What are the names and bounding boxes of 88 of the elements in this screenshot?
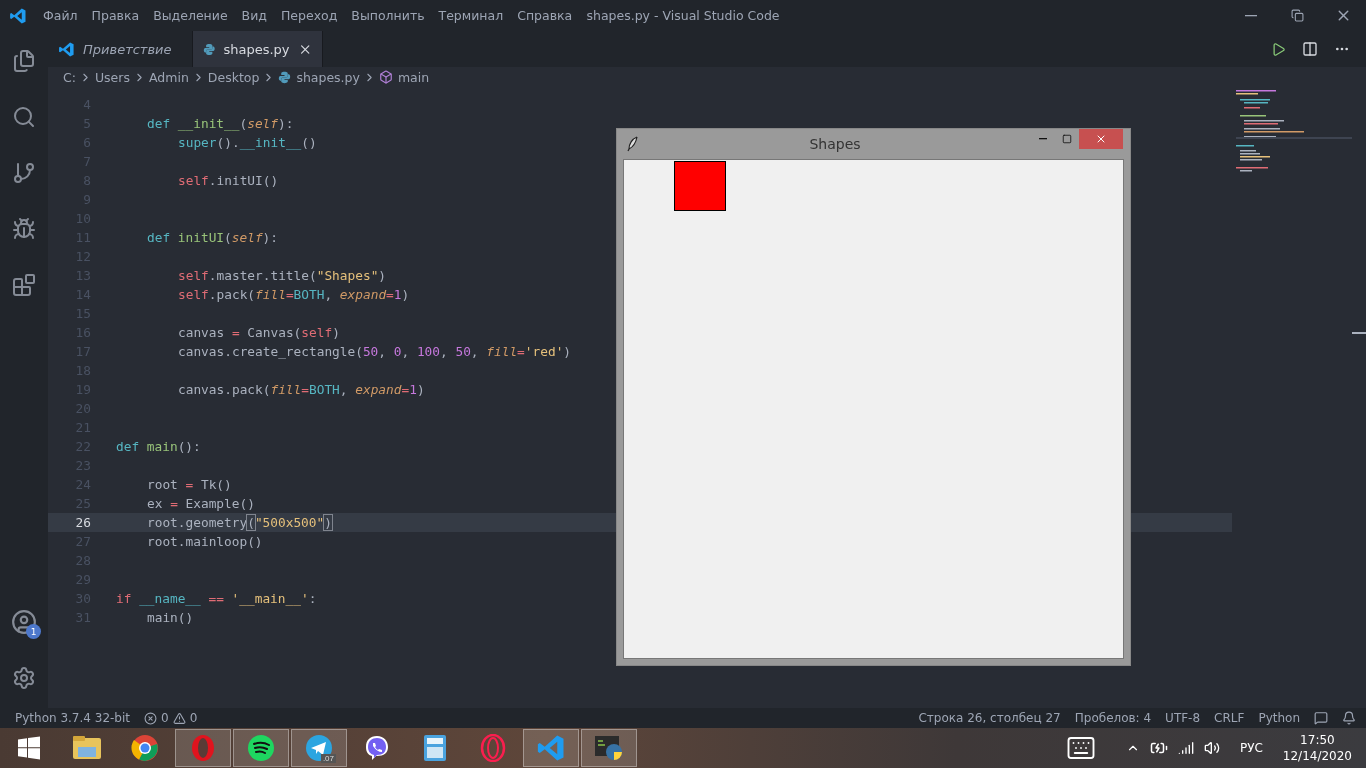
feather-icon — [627, 136, 639, 152]
breadcrumb-item[interactable]: shapes.py — [278, 69, 360, 85]
code-line: def __init__(self): — [147, 116, 294, 131]
breadcrumb-item[interactable]: C: — [63, 69, 76, 85]
menu-item[interactable]: Выполнить — [344, 8, 432, 23]
window-title: shapes.py - Visual Studio Code — [586, 8, 780, 23]
rectangle — [674, 161, 726, 211]
calculator-icon — [423, 734, 447, 762]
line-ending-status[interactable]: CRLF — [1214, 711, 1245, 725]
round-browser-icon — [131, 734, 159, 762]
blocks-icon[interactable] — [12, 273, 36, 297]
taskbar-button[interactable]: .07 — [291, 729, 347, 767]
oval-ring-icon — [189, 734, 217, 762]
menu-item[interactable]: Терминал — [431, 8, 511, 23]
code-line: self.pack(fill=BOTH, expand=1) — [178, 287, 410, 302]
line-number: 26 — [74, 515, 91, 530]
encoding-status[interactable]: UTF-8 — [1165, 711, 1201, 725]
code-line: canvas.pack(fill=BOTH, expand=1) — [178, 382, 425, 397]
tab[interactable]: shapes.py — [193, 31, 323, 67]
paper-plane-icon — [305, 734, 333, 762]
scrollbar-thumb[interactable] — [1352, 332, 1366, 334]
language-status[interactable]: Python — [1258, 711, 1300, 725]
run-icon[interactable] — [1271, 41, 1286, 57]
volume-icon[interactable] — [1203, 740, 1220, 756]
window-title: Shapes — [808, 136, 862, 152]
interpreter-status[interactable]: Python 3.7.4 32-bit — [15, 711, 130, 725]
error-icon — [144, 711, 157, 725]
menu-item[interactable]: Справка — [510, 8, 580, 23]
ribbon-icon — [536, 733, 566, 763]
code-line: root = Tk() — [147, 477, 232, 492]
indentation-status[interactable]: Пробелов: 4 — [1074, 711, 1152, 725]
python-file-icon — [203, 42, 216, 56]
code-line: main() — [147, 610, 194, 625]
phone-bubble-icon — [363, 734, 391, 762]
notification-badge: 1 — [26, 624, 41, 639]
code-line: canvas.create_rectangle(50, 0, 100, 50, fill='red') — [178, 344, 572, 359]
language-indicator[interactable]: РУС — [1239, 741, 1263, 755]
branch-icon[interactable] — [12, 161, 36, 185]
python-file-icon — [278, 70, 292, 84]
app-logo — [9, 6, 27, 25]
code-line: root.mainloop() — [147, 534, 263, 549]
signal-icon[interactable] — [1177, 740, 1194, 756]
breadcrumb-item[interactable]: Desktop — [207, 69, 260, 85]
breadcrumb-item[interactable]: Users — [94, 69, 130, 85]
ring-icon — [479, 734, 507, 762]
sound-waves-icon — [247, 734, 275, 762]
restore-icon — [1290, 9, 1304, 22]
account-icon[interactable] — [11, 609, 37, 635]
code-line: ex = Example() — [147, 496, 255, 511]
warning-count: 0 — [189, 711, 198, 725]
folder-icon — [72, 735, 102, 761]
menu-item[interactable]: Выделение — [146, 8, 235, 23]
problems-status[interactable]: 0 0 — [144, 711, 198, 725]
code-line: self.master.title("Shapes") — [178, 268, 387, 283]
split-editor-icon[interactable] — [1302, 41, 1318, 57]
taskbar-button[interactable] — [581, 729, 637, 767]
badge: .07 — [320, 754, 336, 763]
search-icon[interactable] — [12, 105, 36, 129]
menu-item[interactable]: Файл — [36, 8, 85, 23]
code-line: def main(): — [116, 439, 201, 454]
error-count: 0 — [161, 711, 169, 725]
ribbon-icon — [58, 40, 75, 58]
files-icon[interactable] — [12, 49, 36, 73]
breadcrumb-item[interactable]: Admin — [148, 69, 189, 85]
code-line: canvas = Canvas(self) — [178, 325, 340, 340]
close-icon — [1095, 133, 1107, 145]
warning-icon — [172, 711, 186, 725]
code-line: def initUI(self): — [147, 230, 279, 245]
code-line: super().__init__() — [178, 135, 317, 150]
cursor-position[interactable]: Строка 26, столбец 27 — [918, 711, 1061, 725]
cube-icon — [378, 70, 393, 84]
minimize-icon — [1039, 138, 1047, 140]
terminal-python-icon — [594, 734, 624, 762]
settings-icon[interactable] — [12, 666, 36, 690]
taskbar-button[interactable] — [233, 729, 289, 767]
bell-icon[interactable] — [1342, 711, 1356, 725]
maximize-icon — [1062, 134, 1072, 144]
breadcrumb-item[interactable]: main — [378, 69, 430, 85]
four-panes-icon — [17, 736, 41, 760]
bug-icon[interactable] — [12, 217, 36, 241]
menu-item[interactable]: Вид — [234, 8, 274, 23]
clock[interactable]: 17:50 12/14/2020 — [1282, 732, 1352, 764]
menu-item[interactable]: Переход — [273, 8, 345, 23]
feedback-icon[interactable] — [1314, 711, 1328, 725]
menu-item[interactable]: Правка — [84, 8, 147, 23]
minimize-icon — [1245, 14, 1257, 17]
code-line: if __name__ == '__main__': — [116, 591, 317, 606]
code-line: self.initUI() — [178, 173, 279, 188]
